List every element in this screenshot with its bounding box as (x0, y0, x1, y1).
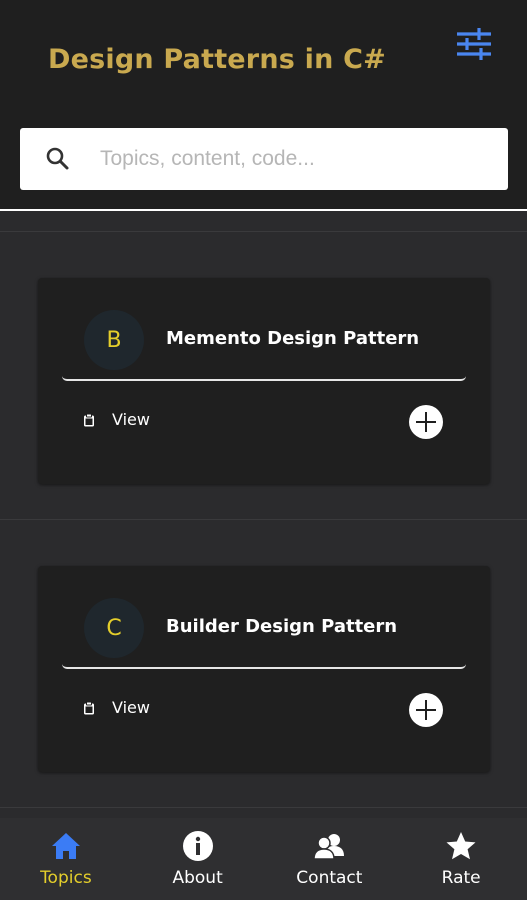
search-icon (46, 147, 69, 170)
nav-item-about[interactable]: About (132, 818, 264, 900)
nav-item-topics[interactable]: Topics (0, 818, 132, 900)
plus-circle-icon (409, 693, 443, 727)
home-icon (51, 833, 80, 859)
card-divider (62, 664, 466, 669)
add-button[interactable] (408, 404, 444, 440)
app-header: Design Patterns in C# (0, 0, 527, 211)
star-icon (446, 832, 476, 860)
card-divider (62, 376, 466, 381)
filter-button[interactable] (453, 25, 495, 63)
nav-label: Topics (40, 868, 92, 888)
list-section (0, 807, 527, 818)
topic-card[interactable]: C Builder Design Pattern View (38, 566, 490, 772)
nav-label: About (172, 868, 223, 888)
nav-label: Contact (296, 868, 363, 888)
view-label: View (112, 698, 150, 717)
list-section: C Builder Design Pattern View (0, 519, 527, 807)
search-input[interactable] (100, 138, 490, 180)
card-title: Builder Design Pattern (166, 616, 398, 637)
topic-card[interactable]: B Memento Design Pattern View (38, 278, 490, 484)
bottom-nav: Topics About Contact Rate (0, 818, 527, 900)
topic-list[interactable]: B Memento Design Pattern View C Builder … (0, 211, 527, 818)
nav-item-contact[interactable]: Contact (264, 818, 396, 900)
nav-item-rate[interactable]: Rate (395, 818, 527, 900)
clipboard-icon (84, 413, 94, 426)
avatar: C (84, 598, 144, 658)
plus-circle-icon (409, 405, 443, 439)
view-button[interactable]: View (82, 410, 150, 429)
view-label: View (112, 410, 150, 429)
avatar: B (84, 310, 144, 370)
card-title: Memento Design Pattern (166, 328, 420, 349)
search-bar[interactable] (20, 128, 508, 190)
add-button[interactable] (408, 692, 444, 728)
info-icon (182, 831, 213, 861)
clipboard-icon (84, 701, 94, 714)
contacts-icon (313, 834, 345, 860)
app-title: Design Patterns in C# (48, 44, 386, 75)
list-section: B Memento Design Pattern View (0, 231, 527, 519)
view-button[interactable]: View (82, 698, 150, 717)
nav-label: Rate (441, 868, 481, 888)
sliders-icon (457, 28, 491, 60)
